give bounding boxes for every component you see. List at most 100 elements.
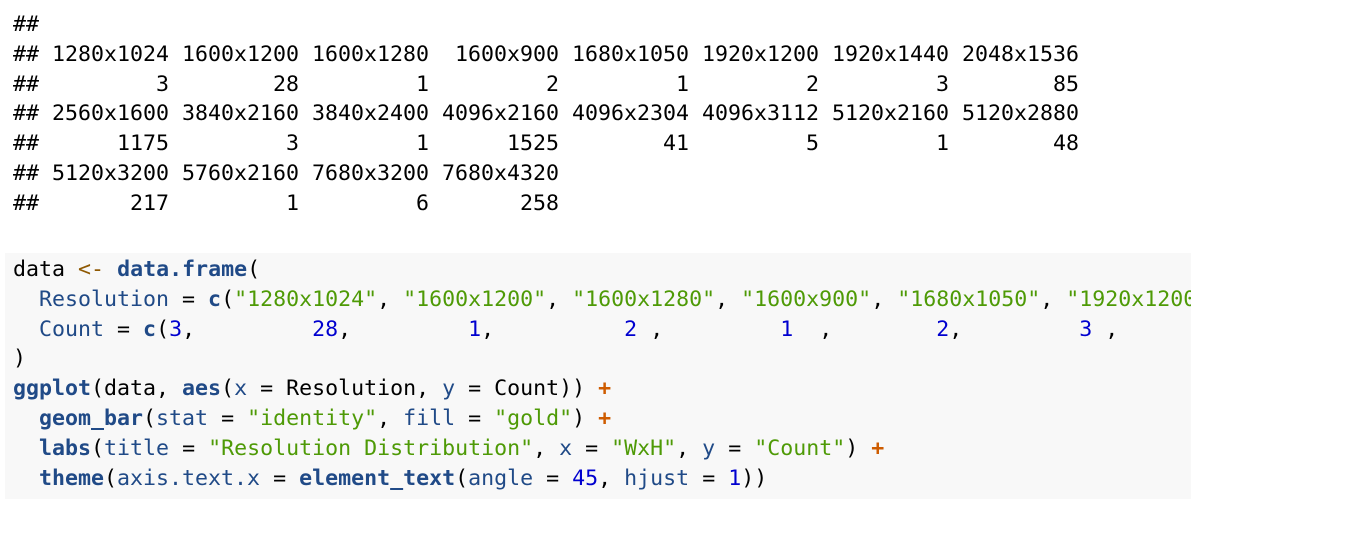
code-token: , <box>1105 316 1119 342</box>
code-token: ( <box>455 465 469 491</box>
code-token: "gold" <box>494 405 573 431</box>
code-token: 28 <box>312 316 339 342</box>
code-token: , <box>715 286 742 312</box>
code-token: "identity" <box>247 405 378 431</box>
output-line: ## 1175 3 1 1525 41 5 1 48 <box>13 131 1080 157</box>
code-token: x <box>234 376 248 402</box>
code-token: , <box>377 405 404 431</box>
code-token: , <box>546 286 573 312</box>
code-token: (data, <box>91 376 183 402</box>
code-token: hjust <box>624 465 690 491</box>
code-line: theme(axis.text.x = element_text(angle =… <box>13 464 1191 494</box>
code-token: ( <box>221 376 235 402</box>
code-token: 1 <box>780 316 794 342</box>
code-token: = <box>260 465 300 491</box>
code-token: = <box>104 316 144 342</box>
code-token: axis.text.x <box>117 465 261 491</box>
code-token: , <box>598 465 625 491</box>
code-token: 45 <box>572 465 599 491</box>
code-token: "Count" <box>754 435 846 461</box>
code-token: , <box>182 316 313 342</box>
code-token: data <box>13 257 66 282</box>
code-token: , <box>676 435 703 461</box>
code-token: labs <box>39 435 92 461</box>
code-token: title <box>104 435 170 461</box>
code-token: geom_bar <box>39 405 144 431</box>
code-token: , <box>338 316 469 342</box>
code-line: labs(title = "Resolution Distribution", … <box>13 434 1191 464</box>
code-token: , <box>793 316 937 342</box>
code-token: ) <box>845 435 872 461</box>
code-token: , <box>481 316 625 342</box>
code-line: geom_bar(stat = "identity", fill = "gold… <box>13 404 1191 434</box>
code-token: , <box>637 316 781 342</box>
code-token: "1680x1050" <box>897 286 1041 312</box>
code-line: Resolution = c("1280x1024", "1600x1200",… <box>13 285 1191 315</box>
code-line: Count = c(3, 28, 1, 2 , 1 , 2, 3 , 85, 1… <box>13 315 1191 345</box>
code-token: 3 <box>1079 316 1093 342</box>
code-token: ( <box>104 465 118 491</box>
code-token-group: 3, 28, 1, 2 , 1 , 2, 3 , 85, 1175,3 <box>169 317 1191 342</box>
code-token: + <box>871 435 885 461</box>
code-line: ) <box>13 344 1191 374</box>
code-token: "WxH" <box>611 435 677 461</box>
code-token: c <box>143 316 157 342</box>
code-token: )) <box>741 465 768 491</box>
code-token: ggplot <box>13 376 92 402</box>
output-line: ## 217 1 6 258 <box>13 190 560 216</box>
code-token: = <box>169 286 209 312</box>
code-token: , <box>377 286 404 312</box>
code-token: 1 <box>728 465 742 491</box>
code-token: ) <box>572 405 599 431</box>
code-token: ( <box>91 435 105 461</box>
code-token: "1920x1200" <box>1066 286 1191 312</box>
code-token: = Count)) <box>455 376 599 402</box>
code-token: x <box>559 435 573 461</box>
code-token: ) <box>13 346 27 372</box>
code-token: + <box>598 376 612 402</box>
code-token: , <box>871 286 898 312</box>
code-token: + <box>598 405 612 431</box>
code-token: aes <box>182 376 222 402</box>
code-token: , <box>533 435 560 461</box>
code-token: angle <box>468 465 534 491</box>
code-token: data.frame <box>117 257 248 282</box>
code-token: ( <box>221 286 235 312</box>
code-token: ( <box>156 316 170 342</box>
code-token: = <box>689 465 729 491</box>
output-line: ## <box>13 12 40 37</box>
code-token: , <box>1040 286 1067 312</box>
code-token: "1280x1024" <box>234 286 378 312</box>
code-token: "1600x900" <box>741 286 872 312</box>
output-line: ## 5120x3200 5760x2160 7680x3200 7680x43… <box>13 160 560 186</box>
code-token: "1600x1200" <box>403 286 547 312</box>
code-token: = <box>533 465 573 491</box>
code-token: stat <box>156 405 209 431</box>
code-token: 2 <box>624 316 638 342</box>
code-token: ( <box>143 405 157 431</box>
code-token: Count <box>39 316 105 342</box>
console-output: ## ## 1280x1024 1600x1200 1600x1280 1600x… <box>13 10 1079 219</box>
code-token: = <box>169 435 209 461</box>
code-text: data <- data.frame( Resolution = c("1280… <box>13 255 1191 493</box>
code-line: ggplot(data, aes(x = Resolution, y = Cou… <box>13 374 1191 404</box>
code-token: ( <box>247 257 261 282</box>
output-line: ## 3 28 1 2 1 2 3 85 <box>13 71 1080 97</box>
code-token: <- <box>78 257 105 282</box>
output-line: ## 1280x1024 1600x1200 1600x1280 1600x90… <box>13 41 1080 67</box>
code-token: , <box>949 316 1080 342</box>
code-token: element_text <box>299 465 456 491</box>
code-token: theme <box>39 465 105 491</box>
code-line: data <- data.frame( <box>13 255 1191 285</box>
code-token: Resolution <box>39 286 170 312</box>
code-token-group: "1280x1024", "1600x1200", "1600x1280", "… <box>234 287 1191 312</box>
code-token: 2 <box>936 316 950 342</box>
code-chunk: data <- data.frame( Resolution = c("1280… <box>5 253 1191 499</box>
output-line: ## 2560x1600 3840x2160 3840x2400 4096x21… <box>13 101 1080 127</box>
code-token: y <box>702 435 716 461</box>
